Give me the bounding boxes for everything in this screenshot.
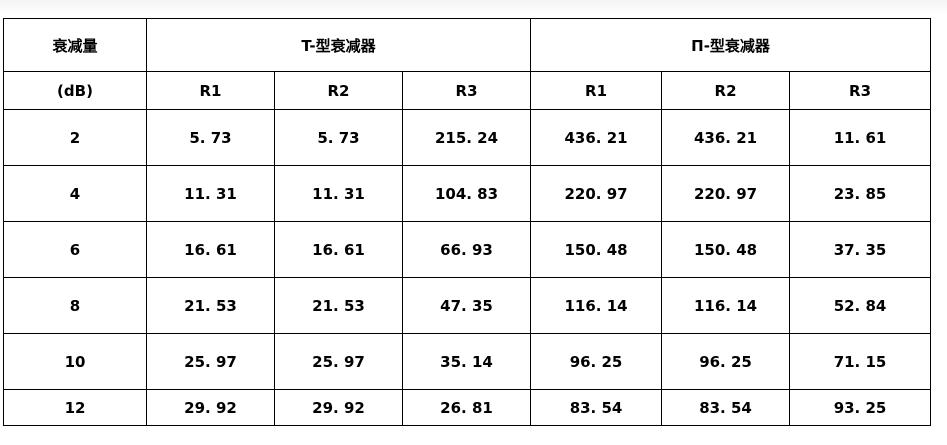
header-row-groups: 衰减量 T-型衰减器 П-型衰减器 [3, 18, 932, 72]
pi-r1-cell: 150. 48 [530, 221, 663, 278]
t-r2-cell: 25. 97 [274, 333, 403, 390]
t-r2-cell: 16. 61 [274, 221, 403, 278]
t-r3-cell: 215. 24 [401, 109, 532, 166]
pi-r2-cell: 436. 21 [661, 109, 791, 166]
t-r2-cell: 11. 31 [274, 165, 403, 222]
attenuation-header: 衰减量 [3, 18, 147, 72]
attenuation-cell: 6 [3, 221, 147, 278]
pi-r1-cell: 436. 21 [530, 109, 663, 166]
pi-type-header: П-型衰减器 [530, 18, 932, 72]
t-r3-cell: 66. 93 [401, 221, 532, 278]
t-r3-cell: 104. 83 [401, 165, 532, 222]
pi-r2-cell: 83. 54 [661, 389, 791, 426]
table-row: 12 29. 92 29. 92 26. 81 83. 54 83. 54 93… [3, 389, 932, 426]
table-row: 10 25. 97 25. 97 35. 14 96. 25 96. 25 71… [3, 333, 932, 390]
pi-r3-cell: 93. 25 [789, 389, 932, 426]
table-row: 6 16. 61 16. 61 66. 93 150. 48 150. 48 3… [3, 221, 932, 278]
attenuation-cell: 10 [3, 333, 147, 390]
pi-r1-header: R1 [530, 71, 663, 110]
t-r3-header: R3 [401, 71, 532, 110]
attenuation-cell: 4 [3, 165, 147, 222]
pi-r3-header: R3 [789, 71, 932, 110]
t-r3-cell: 47. 35 [401, 277, 532, 334]
t-r1-cell: 29. 92 [146, 389, 275, 426]
t-r3-cell: 26. 81 [401, 389, 532, 426]
t-type-header: T-型衰减器 [145, 18, 532, 72]
t-r2-cell: 21. 53 [274, 277, 403, 334]
pi-r3-cell: 71. 15 [789, 333, 932, 390]
table-row: 8 21. 53 21. 53 47. 35 116. 14 116. 14 5… [3, 277, 932, 334]
attenuation-cell: 12 [3, 389, 147, 426]
t-r1-header: R1 [146, 71, 275, 110]
t-r1-cell: 16. 61 [146, 221, 275, 278]
top-strip [0, 0, 947, 14]
pi-r1-cell: 116. 14 [530, 277, 663, 334]
t-r2-cell: 5. 73 [274, 109, 403, 166]
t-r1-cell: 21. 53 [146, 277, 275, 334]
pi-r3-cell: 37. 35 [789, 221, 932, 278]
pi-r1-cell: 220. 97 [530, 165, 663, 222]
attenuator-table: 衰减量 T-型衰减器 П-型衰减器 (dB) R1 R2 R3 R1 R2 R3… [3, 18, 932, 426]
pi-r3-cell: 23. 85 [789, 165, 932, 222]
pi-r2-cell: 150. 48 [661, 221, 791, 278]
attenuation-cell: 8 [3, 277, 147, 334]
attenuation-cell: 2 [3, 109, 147, 166]
pi-r2-cell: 116. 14 [661, 277, 791, 334]
unit-header: (dB) [3, 71, 147, 110]
t-r2-header: R2 [274, 71, 403, 110]
pi-r1-cell: 83. 54 [530, 389, 663, 426]
pi-r2-cell: 220. 97 [661, 165, 791, 222]
t-r1-cell: 5. 73 [146, 109, 275, 166]
table-row: 4 11. 31 11. 31 104. 83 220. 97 220. 97 … [3, 165, 932, 222]
t-r2-cell: 29. 92 [274, 389, 403, 426]
header-row-columns: (dB) R1 R2 R3 R1 R2 R3 [3, 71, 932, 110]
pi-r3-cell: 52. 84 [789, 277, 932, 334]
pi-r2-cell: 96. 25 [661, 333, 791, 390]
table-row: 2 5. 73 5. 73 215. 24 436. 21 436. 21 11… [3, 109, 932, 166]
t-r1-cell: 11. 31 [146, 165, 275, 222]
t-r3-cell: 35. 14 [401, 333, 532, 390]
pi-r3-cell: 11. 61 [789, 109, 932, 166]
t-r1-cell: 25. 97 [146, 333, 275, 390]
pi-r2-header: R2 [661, 71, 791, 110]
pi-r1-cell: 96. 25 [530, 333, 663, 390]
